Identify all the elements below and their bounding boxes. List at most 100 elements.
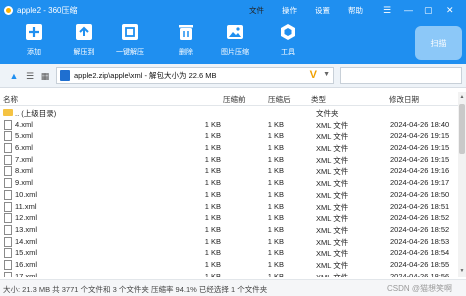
cell-modified: 2024-04-26 18:51 — [390, 201, 450, 211]
dropdown-v-icon[interactable]: V — [310, 69, 317, 81]
cell-size: 1 KB — [204, 201, 221, 211]
scrollbar-thumb[interactable] — [459, 104, 465, 154]
path-text: apple2.zip\apple\xml - 解包大小为 22.6 MB — [74, 71, 217, 80]
window-title: apple2 - 360压缩 — [17, 5, 78, 15]
cell-type: XML 文件 — [316, 120, 349, 130]
scan-button[interactable]: 扫描 — [415, 26, 462, 60]
cell-modified: 2024-04-26 19:15 — [390, 131, 450, 141]
column-modified[interactable]: 修改日期 — [389, 94, 419, 105]
cell-packed: 1 KB — [267, 259, 284, 269]
cell-modified: 2024-04-26 19:15 — [390, 154, 450, 164]
cell-name: 7.xml — [15, 154, 33, 164]
table-row[interactable]: 4.xml 1 KB 1 KB XML 文件 2024-04-26 18:40 — [0, 119, 458, 131]
menu-operate[interactable]: 操作 — [282, 0, 297, 20]
cell-modified: 2024-04-26 18:55 — [390, 259, 450, 269]
skin-menu-icon[interactable]: ☰ — [383, 0, 391, 20]
cell-packed: 1 KB — [267, 189, 284, 199]
menu-settings[interactable]: 设置 — [315, 0, 330, 20]
file-icon — [4, 201, 12, 212]
search-input[interactable] — [340, 67, 462, 84]
cell-name: 12.xml — [15, 213, 38, 223]
up-arrow-icon[interactable]: ▲ — [8, 70, 20, 82]
delete-icon — [176, 22, 196, 42]
folder-icon — [3, 109, 13, 116]
table-row[interactable]: 5.xml 1 KB 1 KB XML 文件 2024-04-26 19:15 — [0, 130, 458, 142]
cell-size: 1 KB — [204, 166, 221, 176]
cell-name: 6.xml — [15, 143, 33, 153]
table-row[interactable]: 11.xml 1 KB 1 KB XML 文件 2024-04-26 18:51 — [0, 201, 458, 213]
app-logo-icon — [4, 5, 13, 15]
maximize-icon[interactable]: ▢ — [424, 0, 433, 20]
table-row[interactable]: 14.xml 1 KB 1 KB XML 文件 2024-04-26 18:53 — [0, 236, 458, 248]
table-row[interactable]: 8.xml 1 KB 1 KB XML 文件 2024-04-26 19:16 — [0, 165, 458, 177]
file-list: .. (上级目录) 文件夹 4.xml 1 KB 1 KB XML 文件 2024-04-2… — [0, 107, 458, 277]
cell-packed: 1 KB — [267, 271, 284, 277]
cell-name: 16.xml — [15, 259, 38, 269]
close-icon[interactable]: ✕ — [446, 0, 454, 20]
cell-modified: 2024-04-26 18:54 — [390, 248, 450, 258]
chevron-down-icon[interactable]: ▼ — [323, 71, 330, 78]
image-compress-button[interactable]: 图片压缩 — [213, 22, 257, 57]
extract-to-button[interactable]: 解压到 — [62, 22, 106, 57]
menu-file[interactable]: 文件 — [249, 0, 264, 20]
one-click-extract-button[interactable]: 一键解压 — [108, 22, 152, 57]
thumbnail-view-icon[interactable]: ▦ — [39, 70, 51, 82]
add-button[interactable]: 添加 — [12, 22, 56, 57]
cell-size: 1 KB — [204, 213, 221, 223]
cell-name: 10.xml — [15, 189, 38, 199]
table-row[interactable]: 13.xml 1 KB 1 KB XML 文件 2024-04-26 18:52 — [0, 224, 458, 236]
cell-size: 1 KB — [204, 224, 221, 234]
cell-type: XML 文件 — [316, 190, 349, 200]
cell-modified: 2024-04-26 18:52 — [390, 213, 450, 223]
delete-button[interactable]: 删除 — [164, 22, 208, 57]
menu-help[interactable]: 帮助 — [348, 0, 363, 20]
scroll-up-icon[interactable]: ▲ — [459, 94, 465, 100]
cell-size: 1 KB — [204, 154, 221, 164]
cell-name: 5.xml — [15, 131, 33, 141]
scroll-down-icon[interactable]: ▼ — [459, 268, 465, 274]
tools-button[interactable]: 工具 — [266, 22, 310, 57]
cell-size: 1 KB — [204, 143, 221, 153]
file-icon — [4, 189, 12, 200]
file-icon — [4, 224, 12, 235]
cell-packed: 1 KB — [267, 143, 284, 153]
cell-size: 1 KB — [204, 259, 221, 269]
table-row[interactable]: 15.xml 1 KB 1 KB XML 文件 2024-04-26 18:54 — [0, 247, 458, 259]
cell-size: 1 KB — [204, 271, 221, 277]
cell-size: 1 KB — [204, 119, 221, 129]
minimize-icon[interactable]: — — [404, 0, 413, 20]
file-icon — [4, 119, 12, 130]
table-row[interactable]: 9.xml 1 KB 1 KB XML 文件 2024-04-26 19:17 — [0, 177, 458, 189]
cell-name: 13.xml — [15, 224, 38, 234]
table-row[interactable]: 12.xml 1 KB 1 KB XML 文件 2024-04-26 18:52 — [0, 212, 458, 224]
details-view-icon[interactable]: ☰ — [24, 70, 36, 82]
cell-type: XML 文件 — [316, 214, 349, 224]
cell-type: XML 文件 — [316, 237, 349, 247]
column-name[interactable]: 名称 — [3, 94, 18, 105]
cell-type: XML 文件 — [316, 167, 349, 177]
vertical-scrollbar[interactable]: ▲ ▼ — [458, 92, 466, 277]
cell-size: 1 KB — [204, 248, 221, 258]
status-text: 大小: 21.3 MB 共 3771 个文件和 3 个文件夹 压缩率 94.1%… — [3, 285, 268, 294]
column-size[interactable]: 压缩前 — [223, 94, 246, 105]
cell-type: XML 文件 — [316, 225, 349, 235]
cell-type: XML 文件 — [316, 144, 349, 154]
column-packed[interactable]: 压缩后 — [268, 94, 291, 105]
column-header: 名称 压缩前 压缩后 类型 修改日期 — [0, 92, 458, 106]
table-row[interactable]: 10.xml 1 KB 1 KB XML 文件 2024-04-26 18:50 — [0, 189, 458, 201]
image-compress-icon — [225, 22, 245, 42]
table-row[interactable]: 17.xml 1 KB 1 KB XML 文件 2024-04-26 18:56 — [0, 271, 458, 277]
cell-packed: 1 KB — [267, 236, 284, 246]
toolbar: 添加 解压到 一键解压 删除 图片压缩 工具 扫描 — [0, 20, 466, 64]
table-row[interactable]: 7.xml 1 KB 1 KB XML 文件 2024-04-26 19:15 — [0, 154, 458, 166]
one-click-extract-icon — [120, 22, 140, 42]
cell-name: 15.xml — [15, 248, 38, 258]
tools-icon — [278, 22, 298, 42]
path-field[interactable]: apple2.zip\apple\xml - 解包大小为 22.6 MB V ▼ — [56, 67, 334, 84]
cell-packed: 1 KB — [267, 131, 284, 141]
table-row[interactable]: 6.xml 1 KB 1 KB XML 文件 2024-04-26 19:15 — [0, 142, 458, 154]
table-row[interactable]: 16.xml 1 KB 1 KB XML 文件 2024-04-26 18:55 — [0, 259, 458, 271]
parent-folder-row[interactable]: .. (上级目录) 文件夹 — [0, 107, 458, 119]
zip-file-icon — [60, 70, 70, 81]
column-type[interactable]: 类型 — [311, 94, 326, 105]
